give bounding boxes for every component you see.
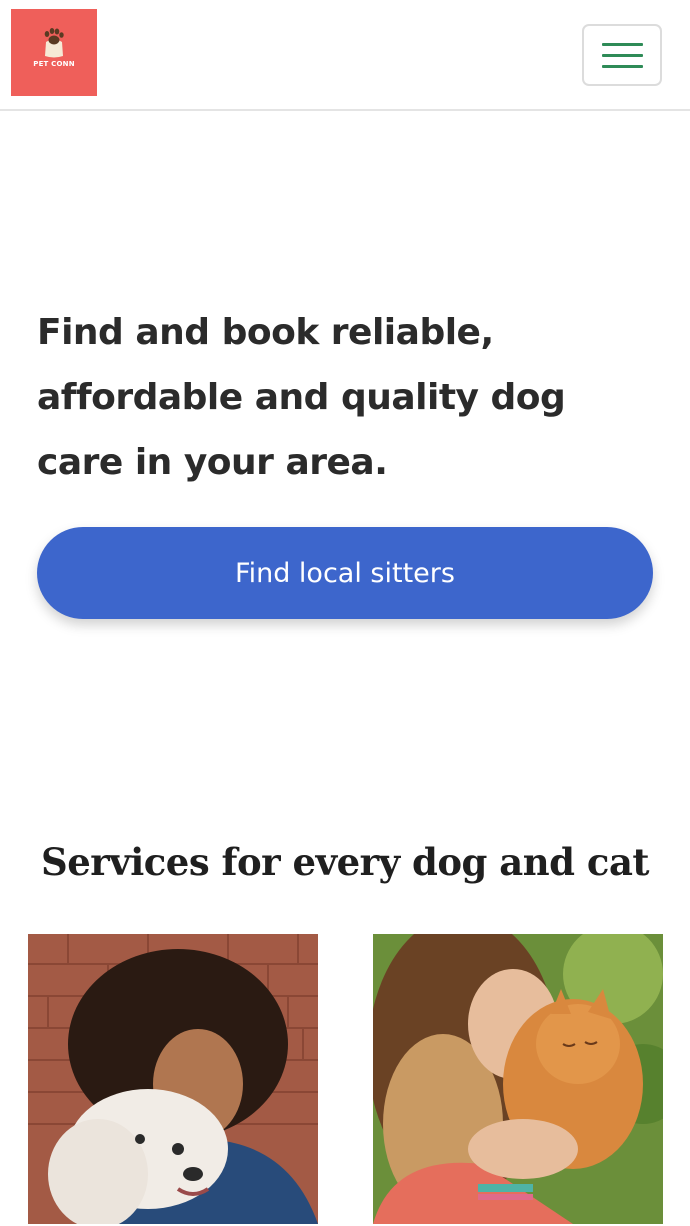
- menu-button[interactable]: [582, 24, 662, 86]
- hamburger-menu-icon: [601, 42, 643, 46]
- logo-text: PET CONN: [33, 60, 75, 68]
- site-header: PET CONN: [0, 0, 690, 111]
- woman-hugging-dog-photo[interactable]: [28, 934, 318, 1224]
- services-title: Services for every dog and cat: [40, 840, 650, 884]
- paw-icon: [44, 28, 64, 58]
- hero-headline: Find and book reliable, affordable and q…: [37, 312, 566, 483]
- find-local-sitters-button[interactable]: Find local sitters: [37, 527, 653, 619]
- pet-conn-logo[interactable]: PET CONN: [11, 9, 97, 96]
- woman-hugging-cat-photo[interactable]: [373, 934, 663, 1224]
